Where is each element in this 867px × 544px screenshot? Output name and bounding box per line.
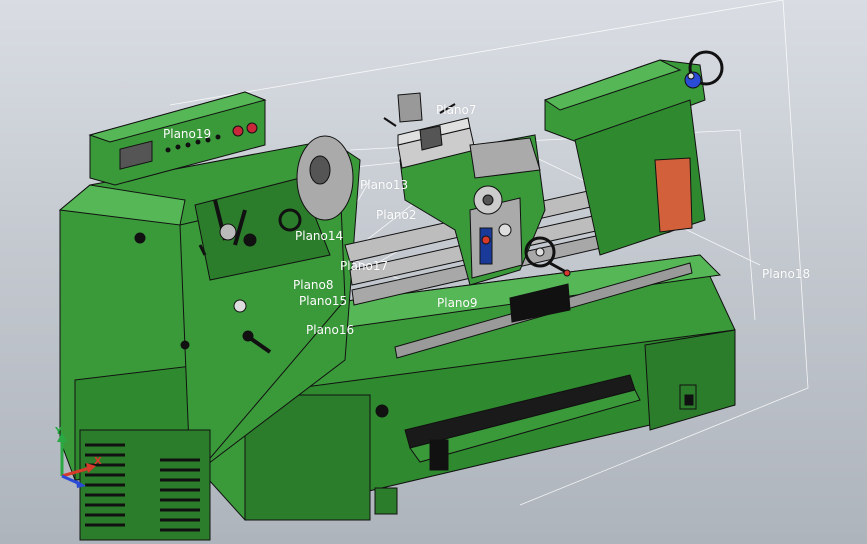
plane-label-plano15[interactable]: Plano15 [299,294,347,308]
plane-label-plano7[interactable]: Plano7 [436,103,477,117]
plane-label-plano16[interactable]: Plano16 [306,323,354,337]
plane-label-plano13[interactable]: Plano13 [360,178,408,192]
plane-label-plano8[interactable]: Plano8 [293,278,334,292]
graphics-viewport[interactable]: Plano19 Plano7 Plano13 Plano2 Plano14 Pl… [0,0,867,544]
plane-label-plano9[interactable]: Plano9 [437,296,478,310]
triad-y-label: Y [55,426,63,437]
lathe-model[interactable] [0,0,867,544]
view-triad: Y X [46,420,106,490]
plane-label-plano2[interactable]: Plano2 [376,208,417,222]
plane-label-plano14[interactable]: Plano14 [295,229,343,243]
plane-label-plano18[interactable]: Plano18 [762,267,810,281]
spindle-chuck[interactable] [296,135,354,221]
triad-x-label: X [94,456,102,467]
plane-label-plano17[interactable]: Plano17 [340,259,388,273]
plane-label-plano19[interactable]: Plano19 [163,127,211,141]
